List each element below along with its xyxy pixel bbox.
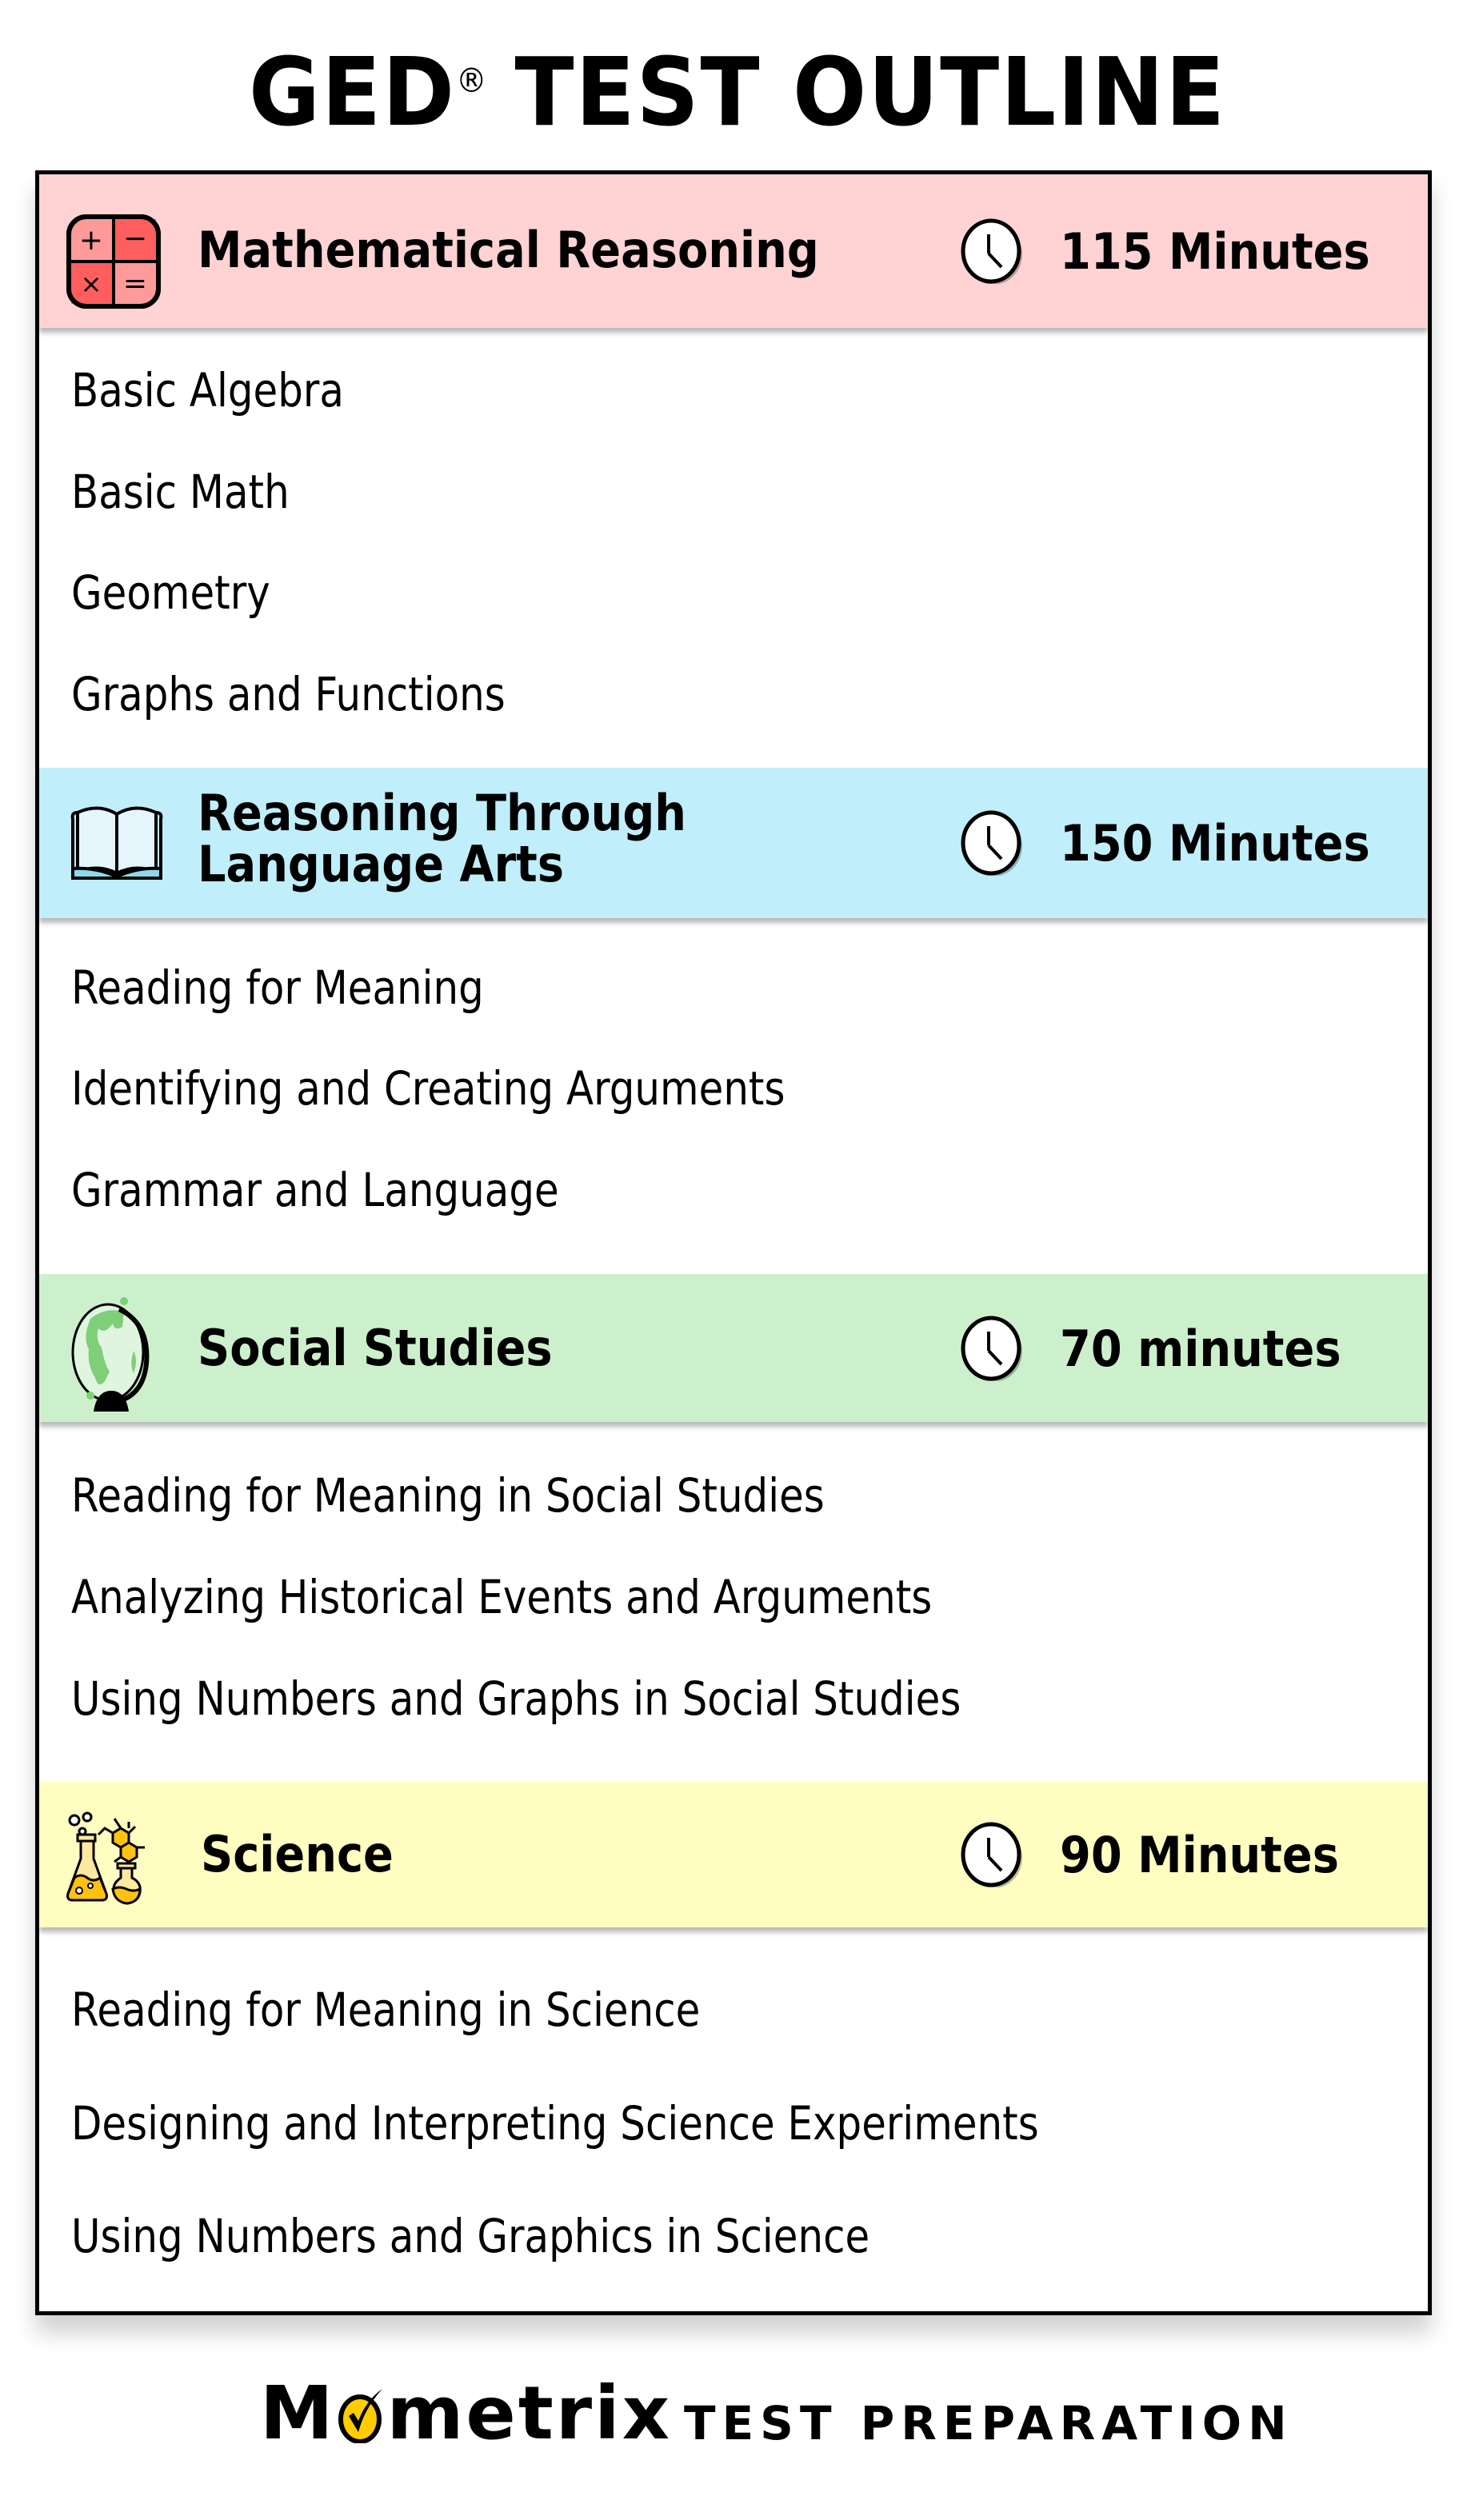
clock-icon <box>961 810 1022 876</box>
globe-icon <box>66 1292 162 1415</box>
list-item: Using Numbers and Graphics in Science <box>71 2209 870 2263</box>
title-test-outline: TEST OUTLINE <box>514 37 1226 147</box>
section-header-science: Science 90 Minutes <box>39 1782 1428 1927</box>
section-title-line2: Language Arts <box>198 835 565 893</box>
list-item: Analyzing Historical Events and Argument… <box>71 1570 933 1624</box>
list-item: Reading for Meaning in Social Studies <box>71 1468 825 1523</box>
section-time: 70 minutes <box>959 1316 1373 1381</box>
list-item: Geometry <box>71 565 270 620</box>
logo-letter-m: M <box>260 2370 336 2456</box>
section-title: Social Studies <box>198 1319 553 1377</box>
svg-text:−: − <box>123 222 147 255</box>
section-title: Science <box>201 1825 394 1883</box>
time-label: 115 Minutes <box>1060 222 1370 281</box>
mometrix-logo: M metrix <box>260 2374 672 2454</box>
title-ged: GED <box>249 37 456 147</box>
svg-text:=: = <box>123 267 147 300</box>
section-header-math: + − × = Mathematical Reasoning 115 Minut… <box>39 174 1428 328</box>
list-item: Basic Algebra <box>71 363 344 417</box>
checkmark-o-icon <box>338 2389 382 2443</box>
outline-card: + − × = Mathematical Reasoning 115 Minut… <box>35 170 1432 2315</box>
list-item: Identifying and Creating Arguments <box>71 1061 785 1116</box>
logo-tagline: TEST PREPARATION <box>684 2396 1293 2450</box>
list-item: Graphs and Functions <box>71 667 506 721</box>
clock-icon <box>961 1316 1022 1381</box>
time-label: 70 minutes <box>1060 1319 1341 1378</box>
section-header-social-studies: Social Studies 70 minutes <box>39 1274 1428 1422</box>
clock-icon <box>961 218 1022 284</box>
registered-mark: ® <box>455 61 489 100</box>
section-time: 90 Minutes <box>959 1822 1370 1887</box>
list-item: Basic Math <box>71 465 290 519</box>
section-time: 115 Minutes <box>959 218 1405 284</box>
time-label: 90 Minutes <box>1060 1825 1339 1884</box>
list-item: Reading for Meaning in Science <box>71 1983 701 2037</box>
list-item: Designing and Interpreting Science Exper… <box>71 2096 1039 2151</box>
svg-text:+: + <box>79 224 103 257</box>
list-item: Grammar and Language <box>71 1163 559 1217</box>
calculator-icon: + − × = <box>66 214 161 312</box>
section-time: 150 Minutes <box>959 810 1405 876</box>
book-icon <box>66 803 167 886</box>
section-title-line1: Reasoning Through <box>198 784 687 842</box>
svg-text:×: × <box>81 269 102 299</box>
list-item: Reading for Meaning <box>71 960 484 1015</box>
list-item: Using Numbers and Graphs in Social Studi… <box>71 1671 961 1726</box>
logo-wordmark: metrix <box>386 2370 673 2456</box>
clock-icon <box>961 1822 1022 1887</box>
science-flask-icon <box>66 1811 158 1908</box>
section-title: Mathematical Reasoning <box>198 221 819 279</box>
page-title: GED® TEST OUTLINE <box>59 40 1416 144</box>
section-header-rla: Reasoning Through Language Arts 150 Minu… <box>39 768 1428 918</box>
time-label: 150 Minutes <box>1060 813 1370 873</box>
